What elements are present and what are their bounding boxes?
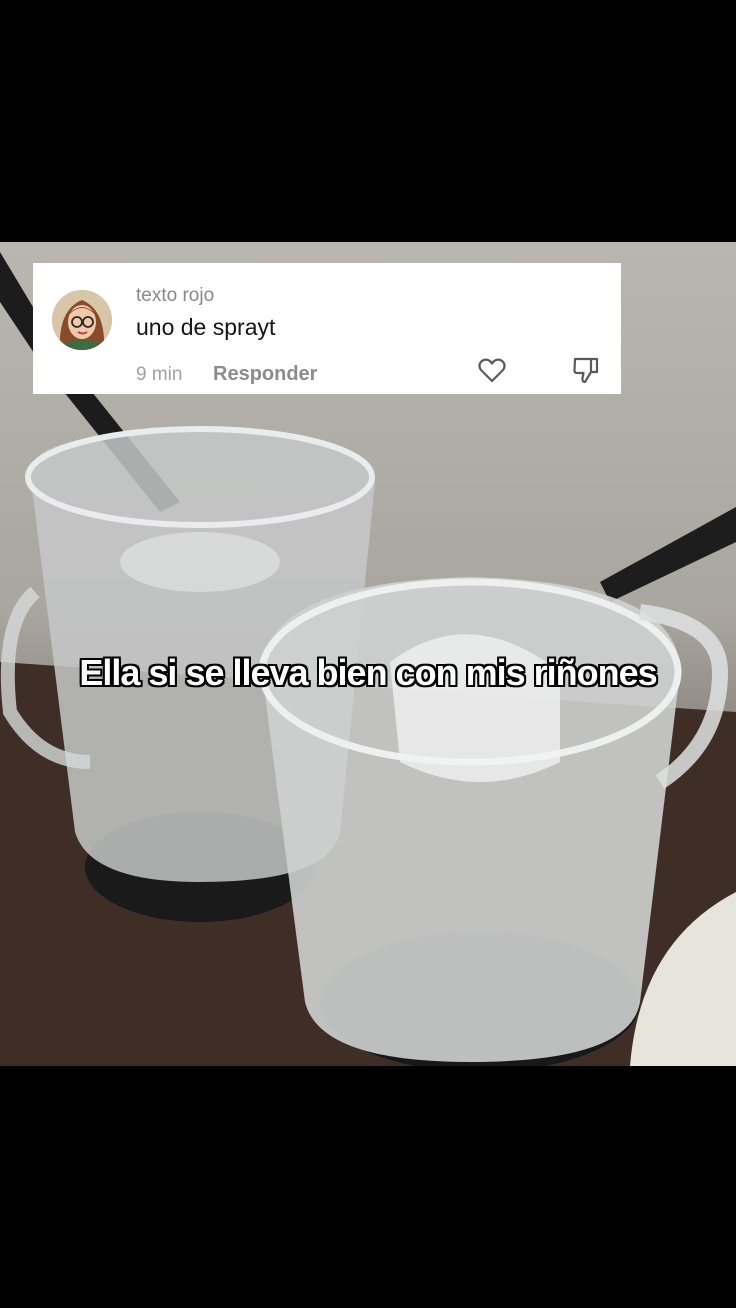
like-button[interactable]: [477, 355, 507, 385]
reply-button[interactable]: Responder: [213, 363, 317, 386]
thumbs-down-outline-icon: [573, 357, 599, 384]
heart-outline-icon: [478, 358, 506, 383]
comment-timestamp: 9 min: [136, 364, 183, 385]
avatar[interactable]: [52, 290, 112, 350]
comment-card: texto rojo uno de sprayt 9 min Responder: [33, 263, 621, 394]
comment-username[interactable]: texto rojo: [136, 285, 214, 307]
video-caption: Ella si se lleva bien con mis riñones: [79, 652, 657, 693]
comment-text: uno de sprayt: [136, 314, 276, 340]
avatar-image: [52, 290, 112, 350]
dislike-button[interactable]: [571, 355, 601, 385]
